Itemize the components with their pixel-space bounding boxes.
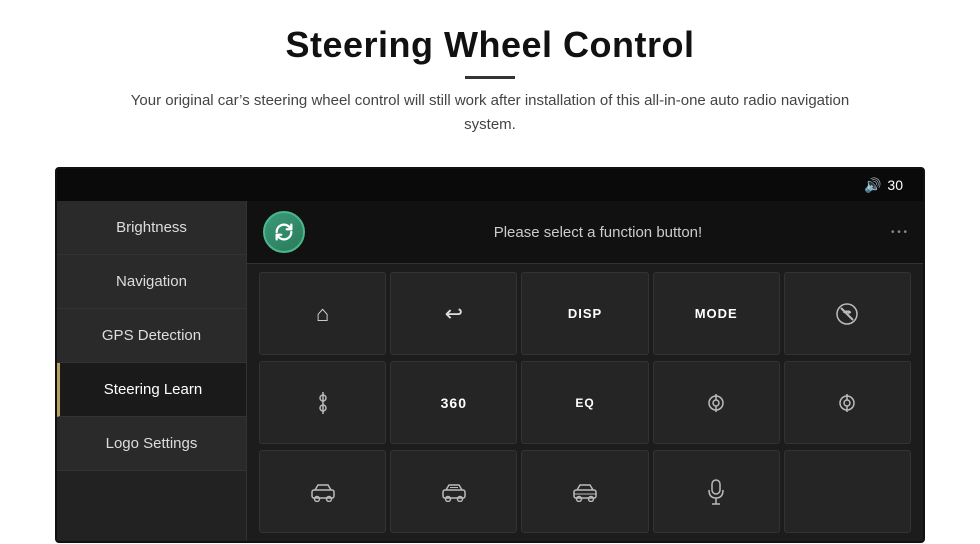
car3-icon bbox=[571, 482, 599, 502]
phone-cancel-icon bbox=[835, 302, 859, 326]
back-icon: ↩ bbox=[445, 303, 463, 325]
btn-360[interactable]: 360 bbox=[390, 361, 517, 444]
main-area: Brightness Navigation ▷ GPS Detection St… bbox=[57, 201, 923, 541]
mic-icon bbox=[706, 478, 726, 506]
top-bar: 🔊 30 bbox=[57, 169, 923, 201]
btn-mode[interactable]: MODE bbox=[653, 272, 780, 355]
eq-label: EQ bbox=[575, 396, 594, 410]
btn-car3[interactable] bbox=[521, 450, 648, 533]
btn-eq[interactable]: EQ bbox=[521, 361, 648, 444]
sidebar-item-navigation[interactable]: Navigation bbox=[57, 255, 246, 309]
function-bar: Please select a function button! • • • bbox=[247, 201, 923, 264]
car2-icon bbox=[440, 482, 468, 502]
btn-adjust[interactable] bbox=[259, 361, 386, 444]
sidebar: Brightness Navigation ▷ GPS Detection St… bbox=[57, 201, 247, 541]
dots-indicator: • • • bbox=[891, 227, 907, 238]
home-icon: ⌂ bbox=[316, 303, 329, 325]
btn-audio2[interactable] bbox=[784, 361, 911, 444]
btn-home[interactable]: ⌂ bbox=[259, 272, 386, 355]
page-header: Steering Wheel Control Your original car… bbox=[0, 0, 980, 153]
sidebar-item-gps-detection[interactable]: ▷ GPS Detection bbox=[57, 309, 246, 363]
btn-audio1[interactable] bbox=[653, 361, 780, 444]
btn-car2[interactable] bbox=[390, 450, 517, 533]
page-subtitle: Your original car’s steering wheel contr… bbox=[130, 89, 850, 137]
btn-car1[interactable] bbox=[259, 450, 386, 533]
content-panel: Please select a function button! • • • ⌂… bbox=[247, 201, 923, 541]
audio1-icon bbox=[704, 391, 728, 415]
btn-disp[interactable]: DISP bbox=[521, 272, 648, 355]
grid-row-1: ⌂ ↩ DISP MODE bbox=[259, 272, 911, 355]
title-divider bbox=[465, 76, 515, 79]
volume-value: 30 bbox=[887, 177, 903, 193]
refresh-icon bbox=[273, 221, 295, 243]
car1-icon bbox=[309, 482, 337, 502]
btn-phone-cancel[interactable] bbox=[784, 272, 911, 355]
sidebar-item-brightness[interactable]: Brightness bbox=[57, 201, 246, 255]
audio2-icon bbox=[835, 391, 859, 415]
360-label: 360 bbox=[441, 395, 467, 411]
mode-label: MODE bbox=[695, 306, 738, 321]
volume-icon: 🔊 bbox=[864, 177, 881, 194]
btn-back[interactable]: ↩ bbox=[390, 272, 517, 355]
device-screen: 🔊 30 Brightness Navigation ▷ GPS Detecti… bbox=[55, 167, 925, 543]
adjust-icon bbox=[312, 390, 334, 416]
sidebar-item-steering-learn[interactable]: Steering Learn bbox=[57, 363, 246, 417]
btn-mic[interactable] bbox=[653, 450, 780, 533]
page-title: Steering Wheel Control bbox=[80, 24, 900, 66]
button-grid: ⌂ ↩ DISP MODE bbox=[247, 264, 923, 541]
disp-label: DISP bbox=[568, 306, 602, 321]
grid-row-2: 360 EQ bbox=[259, 361, 911, 444]
refresh-button[interactable] bbox=[263, 211, 305, 253]
btn-empty[interactable] bbox=[784, 450, 911, 533]
function-prompt: Please select a function button! bbox=[321, 224, 875, 241]
sidebar-item-logo-settings[interactable]: Logo Settings bbox=[57, 417, 246, 471]
grid-row-3 bbox=[259, 450, 911, 533]
